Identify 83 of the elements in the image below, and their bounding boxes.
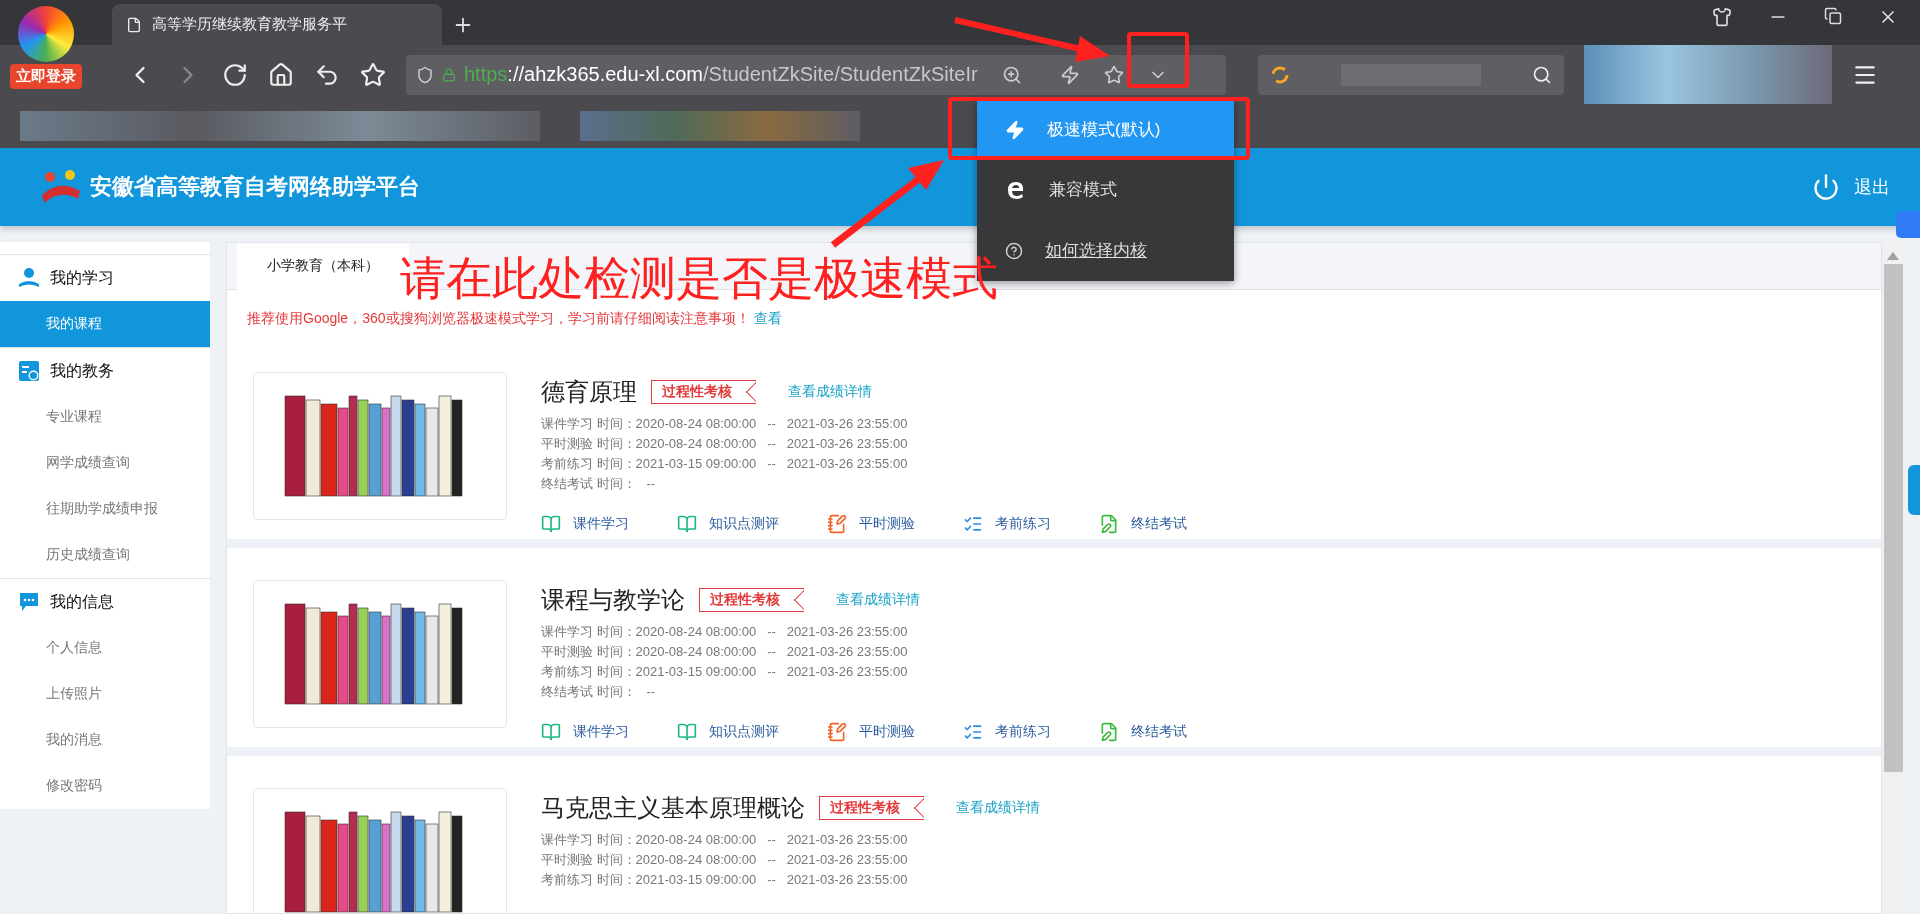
sidebar-item[interactable]: 我的课程 bbox=[0, 301, 210, 347]
zoom-icon[interactable] bbox=[1002, 64, 1022, 85]
home-icon[interactable] bbox=[268, 61, 294, 88]
sidebar-item[interactable]: 专业课程 bbox=[0, 394, 210, 440]
lightning-icon[interactable] bbox=[1060, 64, 1080, 85]
course-action-link[interactable]: 考前练习 bbox=[963, 722, 1051, 742]
search-field[interactable] bbox=[1258, 54, 1564, 95]
restore-icon[interactable] bbox=[1824, 6, 1842, 25]
schedule-line: 平时测验 时间：2020-08-24 08:00:00 -- 2021-03-26 23:55:00 bbox=[541, 851, 909, 869]
person-reading-icon bbox=[18, 267, 40, 289]
menu-item[interactable]: 极速模式(默认) bbox=[977, 100, 1234, 159]
site-logo-icon bbox=[40, 169, 82, 205]
notebook-pen-icon bbox=[827, 514, 847, 534]
sidebar-item[interactable]: 个人信息 bbox=[0, 625, 210, 671]
schedule-line: 课件学习 时间：2020-08-24 08:00:00 -- 2021-03-26 23:55:00 bbox=[541, 831, 909, 849]
open-book-icon bbox=[677, 722, 697, 742]
search-icon[interactable] bbox=[1532, 64, 1552, 85]
sidebar-item[interactable]: 我的消息 bbox=[0, 717, 210, 763]
schedule-line: 考前练习 时间：2021-03-15 09:00:00 -- 2021-03-26 23:55:00 bbox=[541, 871, 909, 889]
course-action-link[interactable]: 课件学习 bbox=[541, 722, 629, 742]
reload-icon[interactable] bbox=[222, 61, 248, 88]
scrollbar-thumb[interactable] bbox=[1883, 264, 1903, 772]
checklist-icon bbox=[963, 514, 983, 534]
menu-item[interactable]: 兼容模式 bbox=[977, 159, 1234, 220]
lock-icon bbox=[442, 67, 456, 82]
star-icon[interactable] bbox=[1104, 64, 1124, 85]
power-icon bbox=[1812, 173, 1840, 201]
highlight-frame bbox=[1127, 32, 1189, 88]
sidebar-group-title: 我的教务 bbox=[50, 360, 114, 381]
course-action-link[interactable]: 平时测验 bbox=[827, 722, 915, 742]
site-title: 安徽省高等教育自考网络助学平台 bbox=[90, 173, 420, 201]
open-book-icon bbox=[541, 722, 561, 742]
sidebar-item[interactable]: 网学成绩查询 bbox=[0, 440, 210, 486]
course-title: 课程与教学论 bbox=[541, 585, 685, 615]
schedule-line: 考前练习 时间：2021-03-15 09:00:00 -- 2021-03-26 23:55:00 bbox=[541, 455, 909, 473]
course-action-link[interactable]: 平时测验 bbox=[827, 514, 915, 534]
sidebar-item[interactable]: 修改密码 bbox=[0, 763, 210, 809]
star-icon[interactable] bbox=[360, 61, 386, 88]
schedule-line: 考前练习 时间：2021-03-15 09:00:00 -- 2021-03-26 23:55:00 bbox=[541, 663, 909, 681]
schedule-line: 终结考试 时间： -- bbox=[541, 475, 657, 493]
schedule-line: 课件学习 时间：2020-08-24 08:00:00 -- 2021-03-26 23:55:00 bbox=[541, 623, 909, 641]
document-pen-icon bbox=[1099, 722, 1119, 742]
course-title: 德育原理 bbox=[541, 377, 637, 407]
schedule-line: 课件学习 时间：2020-08-24 08:00:00 -- 2021-03-26 23:55:00 bbox=[541, 415, 909, 433]
scrollbar[interactable] bbox=[1882, 242, 1904, 914]
course-action-link[interactable]: 终结考试 bbox=[1099, 514, 1187, 534]
details-link[interactable]: 查看成绩详情 bbox=[788, 383, 872, 401]
document-icon bbox=[126, 16, 142, 33]
schedule-line: 终结考试 时间： -- bbox=[541, 683, 657, 701]
course-action-link[interactable]: 知识点测评 bbox=[677, 722, 779, 742]
url-text: https://ahzk365.edu-xl.com/StudentZkSite/StudentZkSiteIr bbox=[464, 63, 979, 86]
schedule-line: 平时测验 时间：2020-08-24 08:00:00 -- 2021-03-26 23:55:00 bbox=[541, 643, 909, 661]
open-book-icon bbox=[541, 514, 561, 534]
notice-text: 推荐使用Google，360或搜狗浏览器极速模式学习，学习前请仔细阅读注意事项！ bbox=[247, 310, 750, 328]
calendar-clock-icon bbox=[18, 360, 40, 382]
sidebar-item[interactable]: 历史成绩查询 bbox=[0, 532, 210, 578]
lightning-icon bbox=[1005, 119, 1025, 140]
colorful-ring-icon bbox=[1270, 64, 1290, 85]
course-action-link[interactable]: 终结考试 bbox=[1099, 722, 1187, 742]
checklist-icon bbox=[963, 722, 983, 742]
document-pen-icon bbox=[1099, 514, 1119, 534]
help-icon bbox=[1005, 241, 1023, 260]
login-badge[interactable]: 立即登录 bbox=[10, 64, 82, 89]
shirt-icon[interactable] bbox=[1712, 6, 1732, 27]
details-link[interactable]: 查看成绩详情 bbox=[836, 591, 920, 609]
details-link[interactable]: 查看成绩详情 bbox=[956, 799, 1040, 817]
chat-bubble-icon bbox=[18, 591, 40, 613]
notice-link[interactable]: 查看 bbox=[753, 310, 782, 328]
course-action-link[interactable]: 考前练习 bbox=[963, 514, 1051, 534]
sidebar-group-title: 我的学习 bbox=[50, 267, 114, 288]
sidebar-item[interactable]: 往期助学成绩申报 bbox=[0, 486, 210, 532]
open-book-icon bbox=[677, 514, 697, 534]
sidebar-group-title: 我的信息 bbox=[50, 591, 114, 612]
schedule-line: 平时测验 时间：2020-08-24 08:00:00 -- 2021-03-26 23:55:00 bbox=[541, 435, 909, 453]
browser-tab[interactable]: 高等学历继续教育教学服务平 bbox=[112, 4, 442, 45]
logout-button[interactable]: 退出 bbox=[1812, 173, 1890, 201]
address-field[interactable]: https://ahzk365.edu-xl.com/StudentZkSite/StudentZkSiteIr bbox=[406, 54, 1226, 95]
notebook-pen-icon bbox=[827, 722, 847, 742]
sidebar-item[interactable]: 上传照片 bbox=[0, 671, 210, 717]
shield-icon bbox=[416, 65, 434, 84]
course-action-link[interactable]: 知识点测评 bbox=[677, 514, 779, 534]
course-title: 马克思主义基本原理概论 bbox=[541, 793, 805, 823]
course-action-link[interactable]: 课件学习 bbox=[541, 514, 629, 534]
